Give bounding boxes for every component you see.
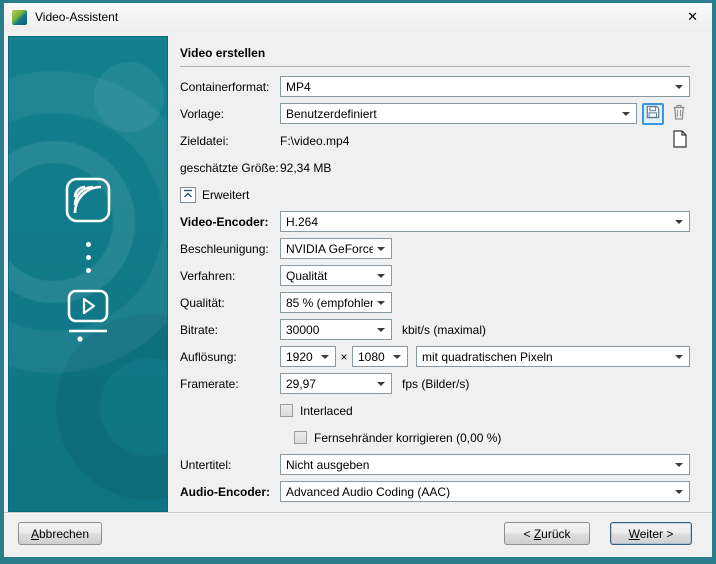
bitrate-label: Bitrate: [180, 323, 280, 337]
interlaced-label: Interlaced [300, 404, 353, 418]
aufloesung-row: Auflösung: 1920 × 1080 mit quadratischen… [180, 346, 690, 367]
interlaced-checkbox[interactable] [280, 404, 293, 417]
estimated-size-value: 92,34 MB [280, 161, 331, 175]
template-select[interactable]: Benutzerdefiniert [280, 103, 637, 124]
chevron-down-icon [675, 355, 683, 359]
vorlage-row: Vorlage: Benutzerdefiniert [180, 103, 690, 124]
file-icon [673, 130, 687, 151]
video-encoder-row: Video-Encoder: H.264 [180, 211, 690, 232]
aufloesung-label: Auflösung: [180, 350, 280, 364]
chevron-down-icon [377, 301, 385, 305]
chevron-down-icon [675, 490, 683, 494]
resolution-height-select[interactable]: 1080 [352, 346, 408, 367]
cancel-button[interactable]: Abbrechen [18, 522, 102, 545]
video-encoder-label: Video-Encoder: [180, 215, 280, 229]
quality-select[interactable]: 85 % (empfohlen) [280, 292, 392, 313]
groesse-row: geschätzte Größe: 92,34 MB [180, 157, 690, 178]
chevron-down-icon [675, 220, 683, 224]
interlaced-row: Interlaced [180, 400, 690, 421]
framerate-label: Framerate: [180, 377, 280, 391]
framerate-select[interactable]: 29,97 [280, 373, 392, 394]
zieldatei-row: Zieldatei: F:\video.mp4 [180, 130, 690, 151]
page-title: Video erstellen [180, 46, 690, 67]
tv-borders-label: Fernsehränder korrigieren (0,00 %) [314, 431, 501, 445]
close-icon[interactable]: ✕ [681, 7, 704, 27]
chevron-down-icon [675, 463, 683, 467]
back-button[interactable]: < Zurück [504, 522, 590, 545]
chevron-down-icon [377, 328, 385, 332]
verfahren-row: Verfahren: Qualität [180, 265, 690, 286]
trash-icon [672, 104, 686, 123]
vorlage-label: Vorlage: [180, 107, 280, 121]
chevron-down-icon [377, 382, 385, 386]
beschleunigung-label: Beschleunigung: [180, 242, 280, 256]
app-icon [12, 10, 27, 25]
save-template-button[interactable] [642, 103, 664, 125]
resolution-separator: × [336, 350, 352, 364]
audio-encoder-label: Audio-Encoder: [180, 485, 280, 499]
bitrate-row: Bitrate: 30000 kbit/s (maximal) [180, 319, 690, 340]
floppy-disk-icon [646, 105, 660, 122]
untertitel-label: Untertitel: [180, 458, 280, 472]
chevron-down-icon [377, 274, 385, 278]
containerformat-row: Containerformat: MP4 [180, 76, 690, 97]
qualitaet-label: Qualität: [180, 296, 280, 310]
verfahren-label: Verfahren: [180, 269, 280, 283]
pixel-aspect-select[interactable]: mit quadratischen Pixeln [416, 346, 690, 367]
waves-icon [65, 177, 111, 226]
video-play-icon [65, 289, 111, 346]
containerformat-select[interactable]: MP4 [280, 76, 690, 97]
method-select[interactable]: Qualität [280, 265, 392, 286]
acceleration-select[interactable]: NVIDIA GeForce GT [280, 238, 392, 259]
framerate-unit-label: fps (Bilder/s) [402, 377, 469, 391]
titlebar: Video-Assistent ✕ [4, 3, 712, 31]
bitrate-select[interactable]: 30000 [280, 319, 392, 340]
sidebar-artwork [8, 36, 168, 512]
containerformat-label: Containerformat: [180, 80, 280, 94]
framerate-row: Framerate: 29,97 fps (Bilder/s) [180, 373, 690, 394]
qualitaet-row: Qualität: 85 % (empfohlen) [180, 292, 690, 313]
advanced-row: Erweitert [180, 184, 690, 205]
audio-encoder-select[interactable]: Advanced Audio Coding (AAC) [280, 481, 690, 502]
zieldatei-label: Zieldatei: [180, 134, 280, 148]
chevron-down-icon [321, 355, 329, 359]
fernsehraender-row: Fernsehränder korrigieren (0,00 %) [180, 427, 690, 448]
resolution-width-select[interactable]: 1920 [280, 346, 336, 367]
advanced-label: Erweitert [202, 188, 249, 202]
chevron-down-icon [675, 85, 683, 89]
audio-encoder-row: Audio-Encoder: Advanced Audio Coding (AA… [180, 481, 690, 502]
subtitles-select[interactable]: Nicht ausgeben [280, 454, 690, 475]
target-file-value: F:\video.mp4 [280, 134, 349, 148]
delete-template-button[interactable] [668, 103, 690, 125]
chevron-down-icon [377, 247, 385, 251]
beschleunigung-row: Beschleunigung: NVIDIA GeForce GT [180, 238, 690, 259]
video-assistant-dialog: Video-Assistent ✕ [0, 0, 716, 564]
main-form: Video erstellen Containerformat: MP4 Vor… [180, 46, 690, 508]
chevron-up-icon [183, 187, 193, 202]
tv-borders-checkbox[interactable] [294, 431, 307, 444]
footer-separator [4, 512, 712, 514]
video-encoder-select[interactable]: H.264 [280, 211, 690, 232]
collapse-advanced-button[interactable] [180, 187, 196, 203]
footer: Abbrechen < Zurück Weiter > [18, 522, 692, 545]
next-button[interactable]: Weiter > [610, 522, 692, 545]
chevron-down-icon [622, 112, 630, 116]
window-title: Video-Assistent [35, 10, 118, 24]
groesse-label: geschätzte Größe: [180, 161, 280, 175]
bitrate-unit-label: kbit/s (maximal) [402, 323, 486, 337]
browse-file-button[interactable] [670, 130, 690, 151]
chevron-down-icon [393, 355, 401, 359]
untertitel-row: Untertitel: Nicht ausgeben [180, 454, 690, 475]
ellipsis-dots-icon [86, 242, 91, 273]
